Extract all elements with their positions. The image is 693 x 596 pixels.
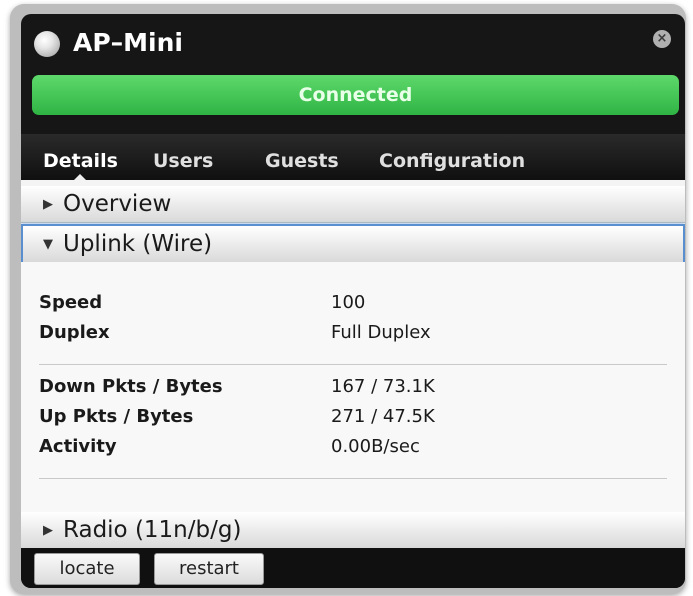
detail-divider [39, 364, 667, 365]
triangle-down-icon: ▼ [43, 236, 53, 252]
tab-guests[interactable]: Guests [257, 144, 347, 180]
tab-users[interactable]: Users [145, 144, 221, 180]
ap-detail-panel: AP–Mini × Connected Details Users Guests… [21, 14, 685, 588]
device-title: AP–Mini [73, 28, 183, 57]
speed-value: 100 [331, 292, 366, 313]
activity-label: Activity [39, 436, 117, 457]
activity-value: 0.00B/sec [331, 436, 420, 457]
locate-button[interactable]: locate [34, 553, 140, 585]
up-pkts-label: Up Pkts / Bytes [39, 406, 194, 427]
triangle-right-icon: ▶ [43, 522, 53, 538]
section-radio-label: Radio (11n/b/g) [63, 517, 242, 543]
section-uplink-label: Uplink (Wire) [63, 231, 213, 257]
section-overview[interactable]: ▶ Overview [21, 186, 685, 223]
status-dot-icon [34, 31, 60, 57]
tab-details[interactable]: Details [35, 144, 126, 180]
speed-label: Speed [39, 292, 103, 313]
duplex-label: Duplex [39, 322, 110, 343]
close-icon[interactable]: × [653, 30, 671, 48]
down-pkts-value: 167 / 73.1K [331, 376, 435, 397]
section-uplink[interactable]: ▼ Uplink (Wire) [21, 224, 685, 264]
action-bar: locate restart [21, 548, 685, 588]
section-overview-label: Overview [63, 191, 172, 217]
connection-status-bar: Connected [32, 75, 679, 115]
tab-bar: Details Users Guests Configuration [21, 134, 685, 180]
uplink-details: Speed 100 Duplex Full Duplex Down Pkts /… [21, 262, 685, 512]
tab-configuration[interactable]: Configuration [371, 144, 533, 180]
down-pkts-label: Down Pkts / Bytes [39, 376, 223, 397]
triangle-right-icon: ▶ [43, 196, 53, 212]
details-content: ▶ Overview ▼ Uplink (Wire) Speed 100 Dup… [21, 180, 685, 549]
up-pkts-value: 271 / 47.5K [331, 406, 435, 427]
title-bar: AP–Mini × [21, 14, 685, 76]
duplex-value: Full Duplex [331, 322, 431, 343]
section-radio[interactable]: ▶ Radio (11n/b/g) [21, 512, 685, 549]
restart-button[interactable]: restart [154, 553, 264, 585]
detail-divider [39, 478, 667, 479]
